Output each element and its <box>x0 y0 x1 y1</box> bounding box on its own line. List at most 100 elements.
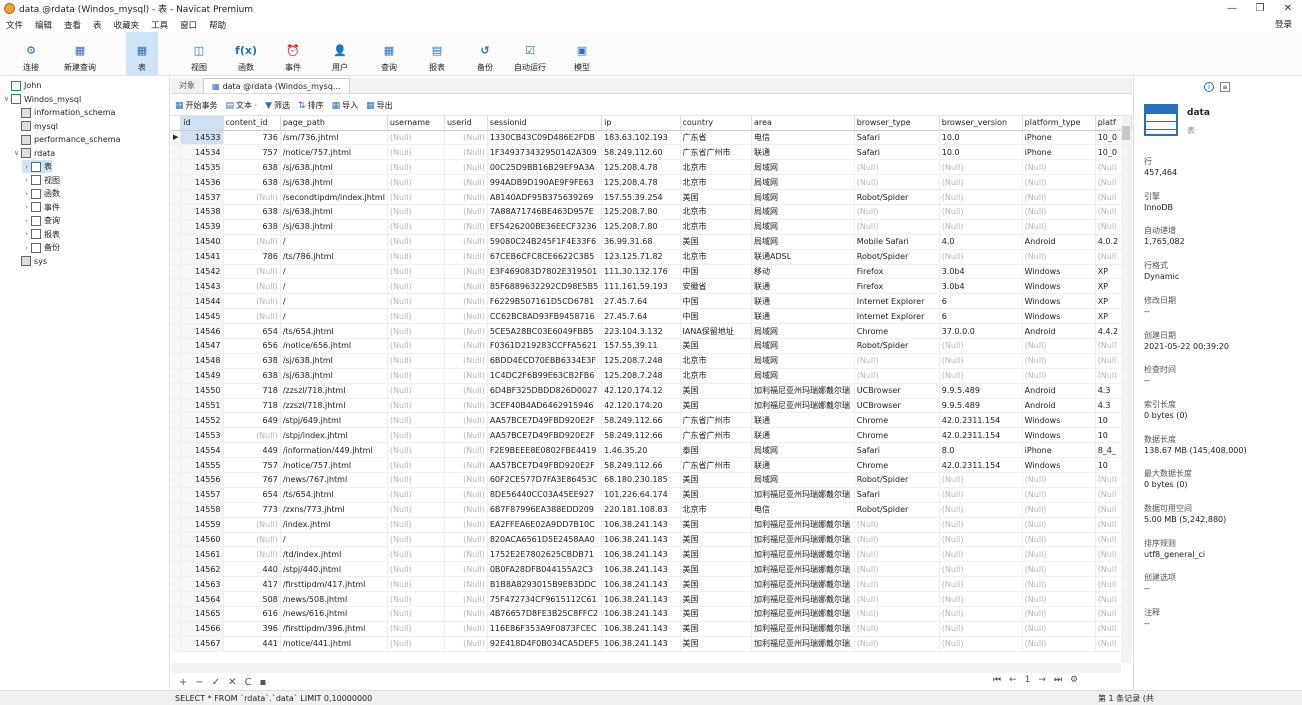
table-cell[interactable]: /sj/638.jhtml <box>280 353 388 369</box>
table-cell[interactable]: (Null) <box>1022 174 1096 191</box>
table-cell[interactable]: 14560 <box>180 532 224 548</box>
table-cell[interactable]: /ts/654.jhtml <box>280 323 388 339</box>
table-cell[interactable]: /zzszl/718.jhtml <box>280 398 388 414</box>
table-cell[interactable]: (Null) <box>444 532 488 548</box>
table-cell[interactable]: (Null) <box>444 457 488 473</box>
table-cell[interactable]: 美国 <box>680 189 753 205</box>
table-row[interactable]: 14566 396/firsttipdm/396.jhtml (Null) (Null… <box>171 621 1132 637</box>
table-cell[interactable]: 68.180.230.185 <box>601 472 681 488</box>
table-cell[interactable]: 局域网 <box>751 323 855 339</box>
table-cell[interactable]: AA57BCE7D49FBD920E2F <box>487 412 603 429</box>
table-cell[interactable]: 加利福尼亚州玛瑞娜戴尔瑞 <box>751 636 855 652</box>
table-cell[interactable]: 4.0 <box>939 234 1023 250</box>
table-cell[interactable]: (Null) <box>444 546 488 563</box>
table-cell[interactable]: /sj/638.jhtml <box>280 159 388 176</box>
tree-item[interactable]: ∨ rdata <box>12 147 55 160</box>
table-cell[interactable]: (Null) <box>939 219 1023 235</box>
table-cell[interactable]: Safari <box>854 487 940 503</box>
table-cell[interactable]: (Null) <box>444 427 488 444</box>
table-cell[interactable]: (Null) <box>444 636 488 652</box>
apply-button[interactable]: ✓ <box>212 677 220 688</box>
table-cell[interactable]: 9.9.5.489 <box>939 398 1023 414</box>
table-cell[interactable]: (Null) <box>223 189 281 205</box>
scroll-thumb[interactable] <box>1122 126 1130 140</box>
table-cell[interactable]: 106.38.241.143 <box>601 546 681 563</box>
table-cell[interactable]: /notice/441.jhtml <box>280 636 388 652</box>
table-cell[interactable]: 125.208.7.80 <box>601 219 681 235</box>
table-cell[interactable]: 157.55.39.254 <box>601 189 681 205</box>
table-row[interactable]: 14542 (Null) / (Null) (Null) E3F469083D7802E3… <box>171 264 1132 280</box>
close-button[interactable]: ✕ <box>1274 0 1302 17</box>
row-marker[interactable] <box>171 517 182 533</box>
table-cell[interactable]: 58.249.112.66 <box>601 412 681 429</box>
table-cell[interactable]: Robot/Spider <box>854 189 940 205</box>
table-cell[interactable]: (Null) <box>387 204 445 220</box>
row-marker[interactable] <box>171 576 182 593</box>
table-cell[interactable]: (Null) <box>387 264 445 280</box>
table-cell[interactable]: (Null) <box>444 323 488 339</box>
row-marker[interactable] <box>171 383 182 399</box>
table-cell[interactable]: Windows <box>1022 293 1096 310</box>
table-cell[interactable]: 223.104.3.132 <box>601 323 681 339</box>
table-cell[interactable]: 106.38.241.143 <box>601 591 681 607</box>
table-cell[interactable]: 36.99.31.68 <box>601 234 681 250</box>
table-cell[interactable]: B1B8A8293015B9EB3DDC <box>487 576 603 593</box>
table-cell[interactable]: (Null) <box>939 546 1023 563</box>
table-cell[interactable]: /sm/736.jhtml <box>280 130 388 146</box>
table-cell[interactable]: (Null) <box>1022 249 1096 265</box>
menu-help[interactable]: 帮助 <box>203 19 232 31</box>
table-cell[interactable]: (Null) <box>939 517 1023 533</box>
menu-view[interactable]: 查看 <box>58 19 87 31</box>
tree-item[interactable]: › 报表 <box>22 228 60 241</box>
table-cell[interactable]: (Null) <box>444 517 488 533</box>
row-marker[interactable] <box>171 219 182 235</box>
table-cell[interactable]: (Null) <box>939 591 1023 607</box>
toolbar-connect-button[interactable]: ⚙ 连接 <box>15 32 47 76</box>
column-header[interactable]: country <box>680 116 753 131</box>
table-cell[interactable]: 加利福尼亚州玛瑞娜戴尔瑞 <box>751 561 855 578</box>
row-marker[interactable] <box>171 144 182 161</box>
expand-arrow-icon[interactable]: › <box>22 230 31 238</box>
table-cell[interactable]: F6229B507161D5CD6781 <box>487 293 603 310</box>
discard-button[interactable]: ✕ <box>228 677 236 688</box>
table-cell[interactable]: 14546 <box>180 323 224 339</box>
table-cell[interactable]: 106.38.241.143 <box>601 621 681 637</box>
table-cell[interactable]: Android <box>1022 234 1096 250</box>
table-cell[interactable]: /information/449.jhtml <box>280 442 388 459</box>
table-cell[interactable]: 14566 <box>180 621 224 637</box>
table-cell[interactable]: (Null) <box>444 130 488 146</box>
table-cell[interactable]: 中国 <box>680 293 753 310</box>
toolbar-model-button[interactable]: ▣ 模型 <box>566 32 598 76</box>
table-cell[interactable]: (Null) <box>1022 606 1096 622</box>
table-cell[interactable]: 106.38.241.143 <box>601 606 681 622</box>
row-marker[interactable] <box>171 472 182 488</box>
table-row[interactable]: 14552 649/stpj/649.jhtml (Null) (Null) AA57B… <box>171 412 1132 429</box>
toolbar-table-button[interactable]: ▦ 表 <box>126 32 158 76</box>
table-cell[interactable]: (Null) <box>854 517 940 533</box>
subbar-button[interactable]: ▦ 开始事务 <box>175 100 218 111</box>
horizontal-scrollbar[interactable] <box>171 663 1121 673</box>
table-cell[interactable]: 加利福尼亚州玛瑞娜戴尔瑞 <box>751 576 855 593</box>
toolbar-query-button[interactable]: ▦ 查询 <box>373 32 405 76</box>
tab-data-table[interactable]: ▦ data @rdata (Windos_mysq... <box>203 78 350 93</box>
table-cell[interactable]: /ts/786.jhtml <box>280 249 388 265</box>
table-cell[interactable]: 局域网 <box>751 472 855 488</box>
expand-arrow-icon[interactable]: ∨ <box>2 95 11 103</box>
table-cell[interactable]: / <box>280 293 388 310</box>
table-cell[interactable]: 9.9.5.489 <box>939 383 1023 399</box>
table-cell[interactable]: (Null) <box>387 323 445 339</box>
table-cell[interactable]: 6 <box>939 308 1023 325</box>
table-cell[interactable]: (Null) <box>223 278 281 295</box>
add-record-button[interactable]: + <box>179 677 187 688</box>
table-cell[interactable]: 加利福尼亚州玛瑞娜戴尔瑞 <box>751 591 855 607</box>
row-marker[interactable] <box>171 532 182 548</box>
table-cell[interactable]: 75F472734CF9615112C61 <box>487 591 603 607</box>
table-cell[interactable]: 14559 <box>180 517 224 533</box>
table-cell[interactable]: /notice/656.jhtml <box>280 338 388 354</box>
table-cell[interactable]: (Null) <box>1022 487 1096 503</box>
table-cell[interactable]: 638 <box>223 174 281 191</box>
tree-item[interactable]: › 事件 <box>22 201 60 214</box>
table-cell[interactable]: 14547 <box>180 338 224 354</box>
table-cell[interactable]: (Null) <box>939 606 1023 622</box>
table-cell[interactable]: (Null) <box>223 517 281 533</box>
